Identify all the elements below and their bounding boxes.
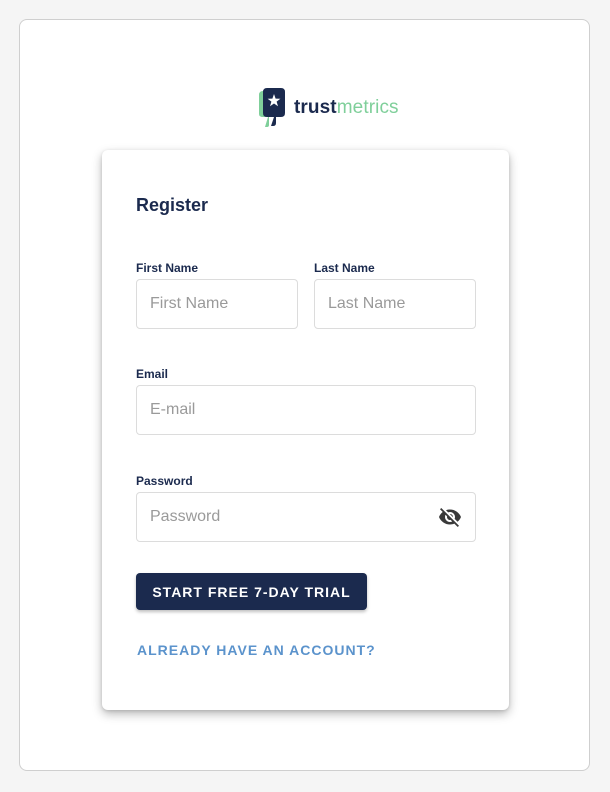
- password-label: Password: [136, 474, 193, 488]
- email-input[interactable]: [136, 385, 476, 435]
- thumbs-down-star-icon: [259, 88, 285, 127]
- form-title: Register: [136, 195, 209, 215]
- first-name-label: First Name: [136, 261, 199, 275]
- register-card: Register First Name Last Name Email Pass…: [102, 150, 509, 710]
- last-name-label: Last Name: [314, 261, 375, 275]
- start-trial-button[interactable]: START FREE 7-DAY TRIAL: [136, 573, 367, 610]
- first-name-input[interactable]: [136, 279, 298, 329]
- brand-name-light: metrics: [336, 97, 399, 118]
- eye-off-icon[interactable]: [438, 505, 462, 529]
- brand-name-bold: trust: [294, 97, 337, 118]
- last-name-input[interactable]: [314, 279, 476, 329]
- brand-logo: trustmetrics: [257, 88, 399, 128]
- brand-name: trustmetrics: [294, 97, 399, 119]
- already-have-account-link[interactable]: ALREADY HAVE AN ACCOUNT?: [137, 642, 376, 658]
- password-input[interactable]: [136, 492, 476, 542]
- email-label: Email: [136, 367, 169, 381]
